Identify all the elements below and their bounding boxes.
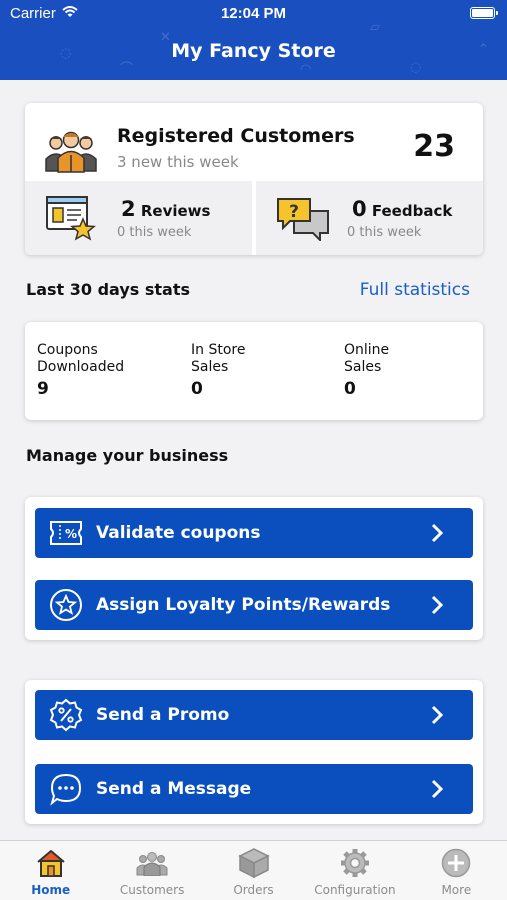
assign-loyalty-button[interactable]: Assign Loyalty Points/Rewards: [35, 580, 473, 630]
feedback-cell[interactable]: ? 0 Feedback 0 this week: [256, 181, 483, 255]
chat-bubble-icon: [49, 772, 83, 806]
tab-bar: Home Customers Orders Configuration More: [0, 840, 507, 900]
validate-coupons-label: Validate coupons: [96, 523, 261, 543]
registered-details: 2 Reviews 0 this week ? 0 Feedback 0 thi…: [25, 181, 483, 255]
stat-value: 0: [191, 379, 203, 399]
stat-in-store-sales: In Store Sales 0: [191, 342, 341, 399]
manage-section-title: Manage your business: [26, 446, 229, 465]
assign-loyalty-label: Assign Loyalty Points/Rewards: [96, 595, 391, 615]
reviews-count-line: 2 Reviews: [121, 197, 210, 221]
page-title: My Fancy Store: [171, 40, 336, 62]
tab-customers[interactable]: Customers: [101, 841, 202, 900]
star-badge-icon: [49, 588, 83, 622]
tab-configuration[interactable]: Configuration: [304, 841, 405, 900]
feedback-sub: 0 this week: [347, 225, 422, 240]
status-bar: Carrier 12:04 PM: [0, 0, 507, 28]
customers-group-icon: [45, 129, 97, 177]
feedback-icon: ?: [276, 197, 330, 245]
coupon-icon: %: [49, 516, 83, 550]
full-statistics-link[interactable]: Full statistics: [360, 280, 470, 300]
reviews-cell[interactable]: 2 Reviews 0 this week: [25, 181, 252, 255]
app-header: ◌ ⌒ ✕ ◠ ▱ ◌ ⌃ Carrier 12:04 PM My Fancy …: [0, 0, 507, 80]
send-message-button[interactable]: Send a Message: [35, 764, 473, 814]
registered-customers-card[interactable]: Registered Customers 3 new this week 23 …: [25, 103, 483, 255]
reviews-count: 2: [121, 197, 136, 221]
registered-summary[interactable]: Registered Customers 3 new this week 23: [25, 103, 483, 181]
tab-more[interactable]: More: [406, 841, 507, 900]
tab-label: Orders: [233, 883, 274, 897]
stats-card: Coupons Downloaded 9 In Store Sales 0 Onli…: [25, 322, 483, 420]
chevron-right-icon: [431, 705, 444, 725]
gear-icon: [339, 847, 371, 879]
feedback-count-line: 0 Feedback: [352, 197, 452, 221]
plus-circle-icon: [440, 847, 472, 879]
stat-label: Online Sales: [344, 342, 390, 375]
validate-coupons-button[interactable]: % Validate coupons: [35, 508, 473, 558]
stat-online-sales: Online Sales 0: [344, 342, 494, 399]
send-promo-button[interactable]: Send a Promo: [35, 690, 473, 740]
registered-customers-subtitle: 3 new this week: [117, 153, 239, 171]
stat-coupons-downloaded: Coupons Downloaded 9: [37, 342, 187, 399]
chevron-right-icon: [431, 595, 444, 615]
chevron-right-icon: [431, 779, 444, 799]
reviews-sub: 0 this week: [117, 225, 192, 240]
svg-text:%: %: [65, 527, 77, 541]
tab-label: Configuration: [314, 883, 396, 897]
stat-value: 0: [344, 379, 356, 399]
feedback-count: 0: [352, 197, 367, 221]
actions-group-2: Send a Promo Send a Message: [25, 680, 483, 824]
box-icon: [237, 847, 270, 879]
send-promo-label: Send a Promo: [96, 705, 230, 725]
status-time: 12:04 PM: [220, 5, 287, 22]
registered-customers-title: Registered Customers: [117, 125, 355, 147]
percent-badge-icon: [49, 698, 83, 732]
reviews-icon: [45, 195, 97, 245]
tab-orders[interactable]: Orders: [203, 841, 304, 900]
feedback-label: Feedback: [371, 202, 453, 220]
customers-icon: [136, 847, 168, 879]
send-message-label: Send a Message: [96, 779, 252, 799]
stat-value: 9: [37, 379, 49, 399]
battery-icon: [470, 7, 498, 19]
svg-text:?: ?: [289, 202, 299, 222]
tab-label: Home: [31, 883, 71, 897]
stat-label: In Store Sales: [191, 342, 246, 375]
tab-label: Customers: [119, 883, 185, 897]
tab-label: More: [441, 883, 472, 897]
home-icon: [35, 847, 67, 879]
stats-section-title: Last 30 days stats: [26, 280, 190, 299]
actions-group-1: % Validate coupons Assign Loyalty Points…: [25, 497, 483, 640]
tab-home[interactable]: Home: [0, 841, 101, 900]
stat-label: Coupons Downloaded: [37, 342, 125, 375]
registered-customers-count: 23: [413, 129, 455, 164]
chevron-right-icon: [431, 523, 444, 543]
reviews-label: Reviews: [140, 202, 211, 220]
